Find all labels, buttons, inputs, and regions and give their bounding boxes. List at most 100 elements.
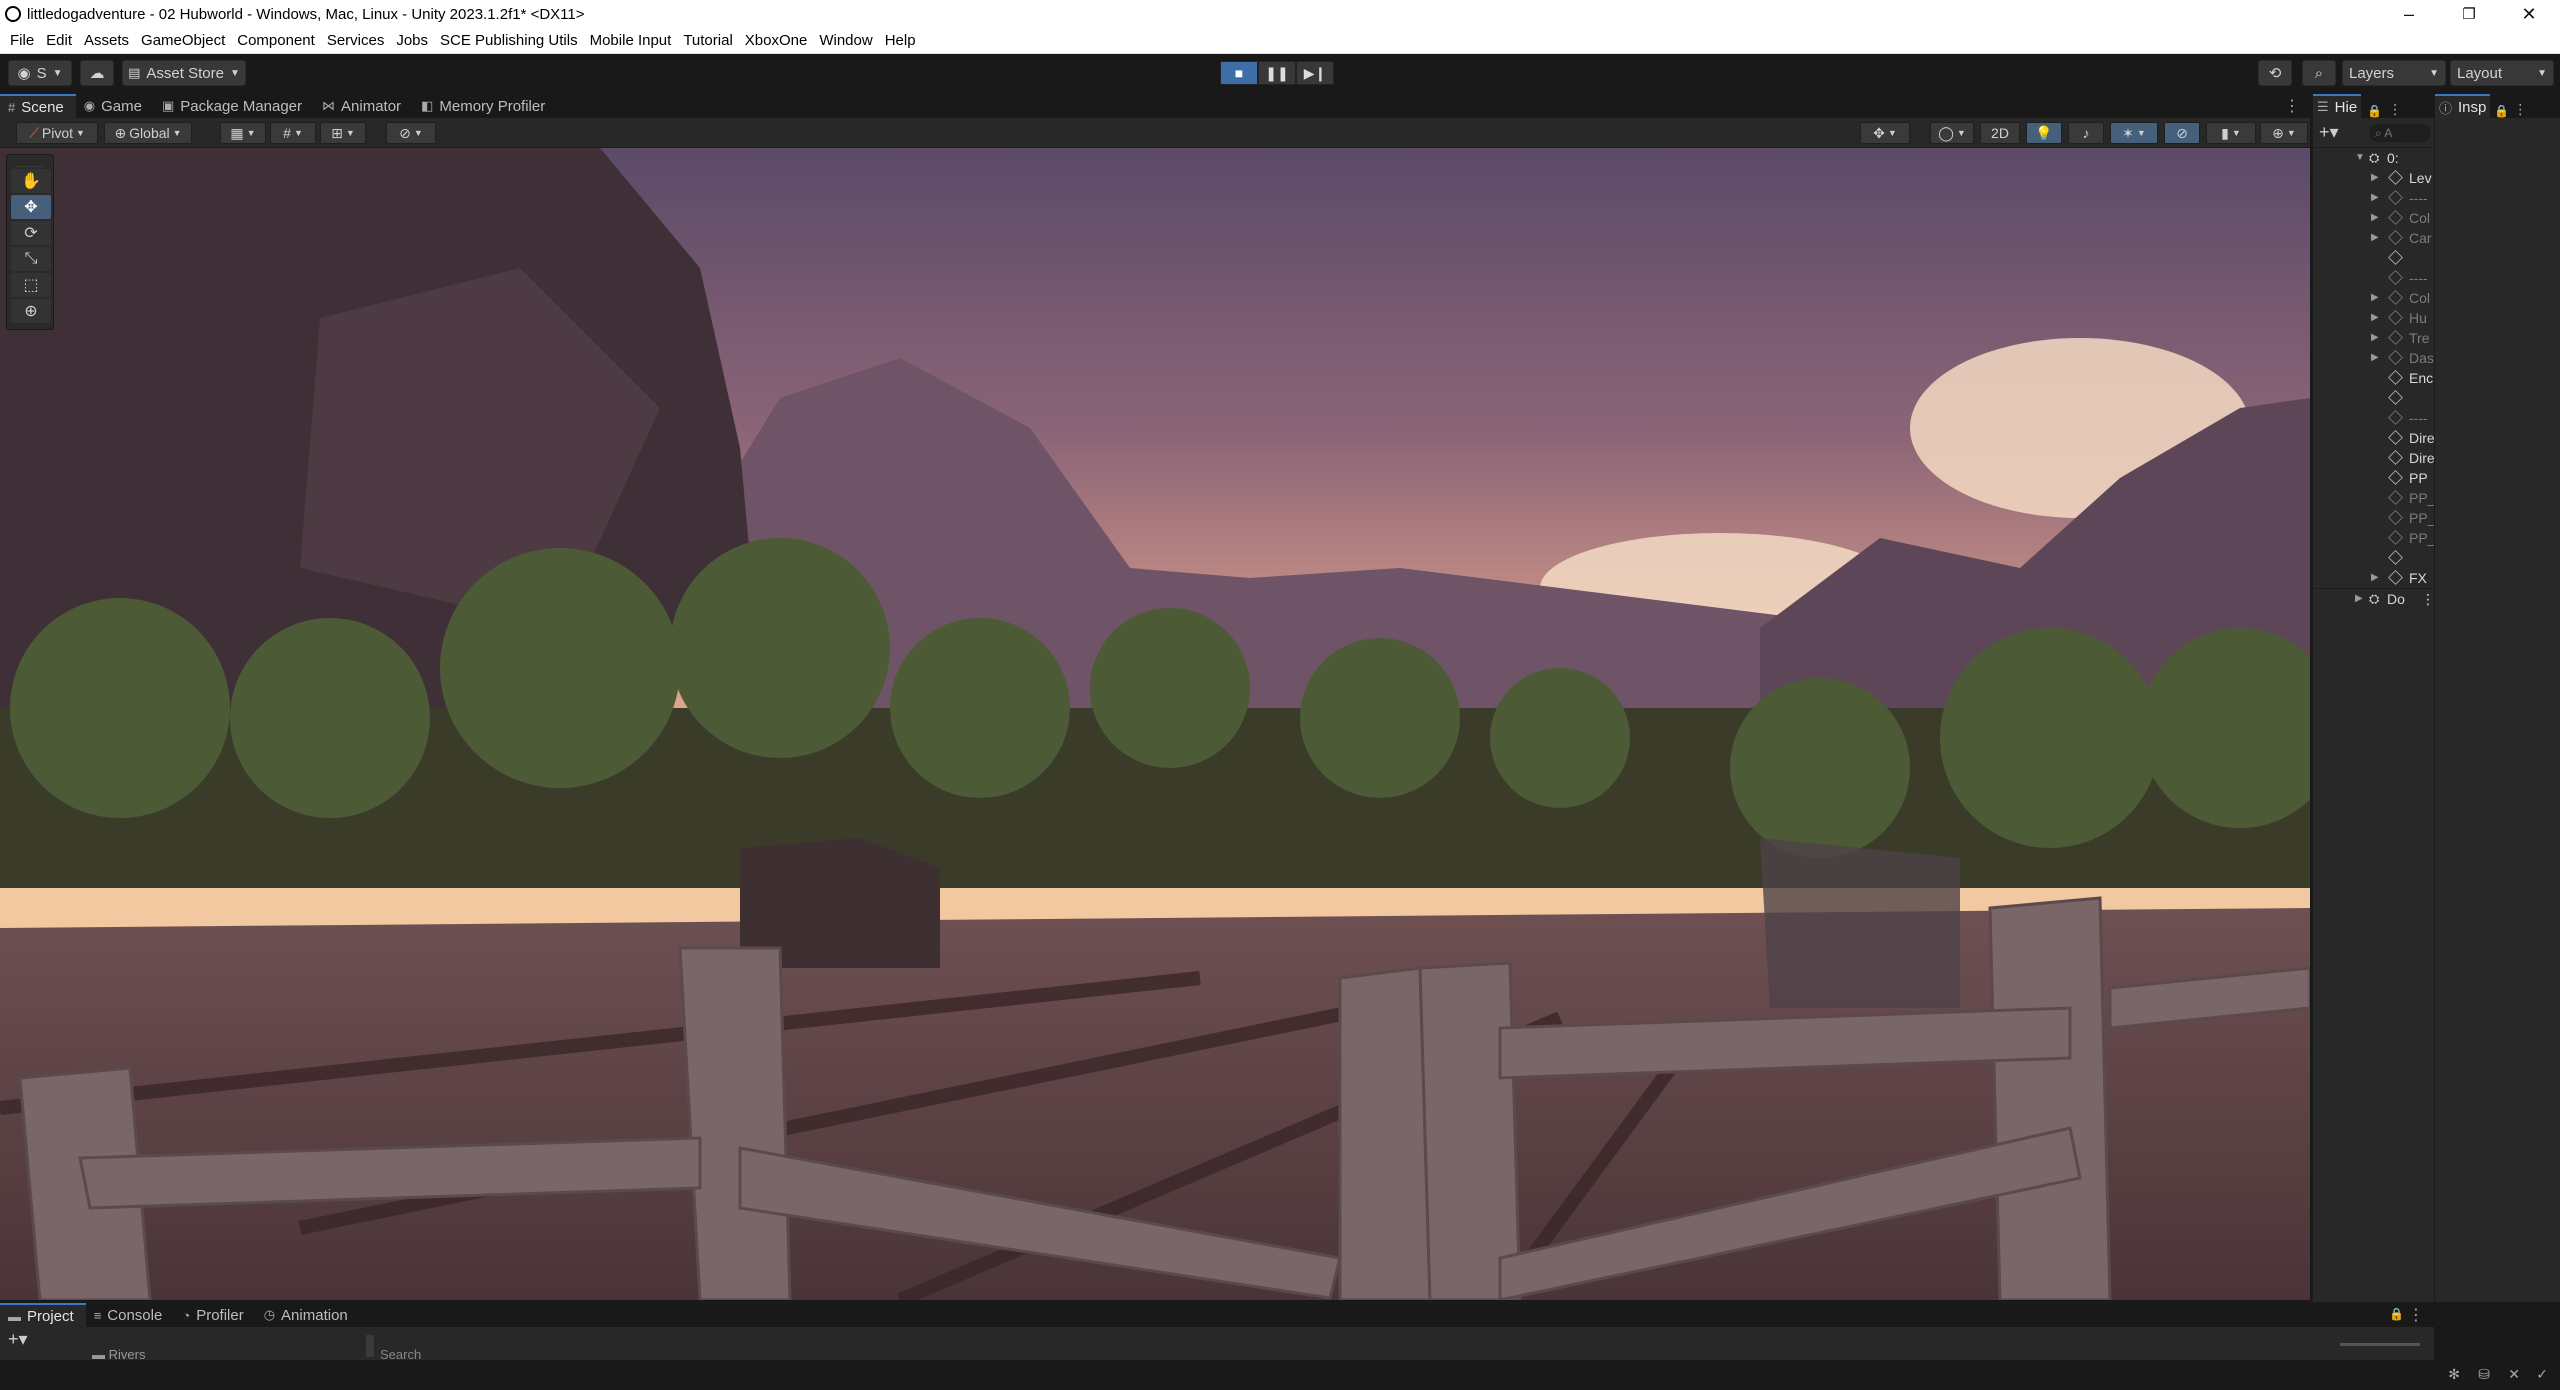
hierarchy-item[interactable]: ▶ FX — [2313, 568, 2434, 588]
audio-toggle-icon[interactable]: ♪ — [2068, 122, 2104, 144]
menu-assets[interactable]: Assets — [78, 28, 135, 54]
hierarchy-item[interactable] — [2313, 248, 2434, 268]
rect-tool-icon[interactable]: ⬚ — [11, 273, 51, 297]
hierarchy-scene-root[interactable]: ▼ ⛭ 0: — [2313, 148, 2434, 168]
hierarchy-item[interactable] — [2313, 548, 2434, 568]
account-dropdown[interactable]: ◉ S ▼ — [8, 60, 72, 86]
step-button[interactable]: ▶❙ — [1296, 61, 1334, 85]
kebab-menu-icon[interactable]: ⋮ — [2388, 101, 2402, 118]
hierarchy-item[interactable]: ---- — [2313, 268, 2434, 288]
kebab-menu-icon[interactable]: ⋮ — [2421, 589, 2434, 608]
camera-settings-dropdown[interactable]: ▮ ▼ — [2206, 122, 2256, 144]
pivot-dropdown[interactable]: ⟋ Pivot ▼ — [16, 122, 98, 144]
hierarchy-item[interactable]: Enc — [2313, 368, 2434, 388]
rotate-tool-icon[interactable]: ⟳ — [11, 221, 51, 245]
effects-dropdown[interactable]: ✶ ▼ — [2110, 122, 2158, 144]
add-object-button[interactable]: +▾ — [2319, 122, 2339, 143]
asset-store-button[interactable]: ▤ Asset Store ▼ — [122, 60, 246, 86]
tab-memory-profiler[interactable]: ◧ Memory Profiler — [413, 94, 557, 118]
gizmos-dropdown[interactable]: ⊕ ▼ — [2260, 122, 2308, 144]
hierarchy-search-input[interactable]: ⌕ A — [2369, 124, 2431, 142]
hierarchy-item[interactable]: ▶ ---- — [2313, 188, 2434, 208]
network-icon[interactable]: ⛁ — [2478, 1366, 2490, 1383]
expand-arrow-icon[interactable]: ▶ — [2371, 228, 2379, 248]
menu-edit[interactable]: Edit — [40, 28, 78, 54]
hierarchy-item[interactable]: PP — [2313, 468, 2434, 488]
expand-arrow-icon[interactable]: ▶ — [2371, 188, 2379, 208]
pause-button[interactable]: ❚❚ — [1258, 61, 1296, 85]
hierarchy-item[interactable]: ▶ Hu — [2313, 308, 2434, 328]
layout-dropdown[interactable]: Layout ▼ — [2450, 60, 2554, 86]
gizmo-tools-dropdown[interactable]: ⊘ ▼ — [386, 122, 436, 144]
2d-toggle[interactable]: 2D — [1980, 122, 2020, 144]
menu-jobs[interactable]: Jobs — [390, 28, 434, 54]
menu-xboxone[interactable]: XboxOne — [739, 28, 814, 54]
expand-arrow-icon[interactable]: ▶ — [2371, 328, 2379, 348]
expand-arrow-icon[interactable]: ▶ — [2355, 589, 2363, 608]
tab-animation[interactable]: ◷ Animation — [256, 1303, 360, 1327]
menu-gameobject[interactable]: GameObject — [135, 28, 231, 54]
hierarchy-dontdestroy-root[interactable]: ▶ ⛭ Do ⋮ — [2313, 588, 2434, 608]
scale-tool-icon[interactable]: ⤡ — [11, 247, 51, 271]
hand-tool-icon[interactable]: ✋ — [11, 169, 51, 193]
layers-dropdown[interactable]: Layers ▼ — [2342, 60, 2446, 86]
zoom-slider[interactable] — [2340, 1343, 2420, 1346]
hierarchy-item[interactable]: PP_ — [2313, 508, 2434, 528]
tab-hierarchy[interactable]: ☰ Hie — [2313, 94, 2362, 118]
hierarchy-item[interactable]: ▶ Lev — [2313, 168, 2434, 188]
hierarchy-item[interactable]: Dire — [2313, 448, 2434, 468]
tab-animator[interactable]: ⋈ Animator — [314, 94, 413, 118]
global-dropdown[interactable]: ⊕ Global ▼ — [104, 122, 192, 144]
camera-move-dropdown[interactable]: ✥ ▼ — [1860, 122, 1910, 144]
hidden-objects-icon[interactable]: ⊘ — [2164, 122, 2200, 144]
kebab-menu-icon[interactable]: ⋮ — [2513, 101, 2527, 118]
debug-icon[interactable]: ✕ — [2508, 1366, 2520, 1383]
panel-splitter[interactable] — [366, 1335, 374, 1357]
tab-profiler[interactable]: ◔ Profiler — [174, 1303, 255, 1327]
tab-package-manager[interactable]: ▣ Package Manager — [154, 94, 314, 118]
hierarchy-item[interactable]: ---- — [2313, 408, 2434, 428]
maximize-button[interactable]: ❐ — [2440, 0, 2498, 28]
menu-mobile-input[interactable]: Mobile Input — [584, 28, 678, 54]
scene-viewport[interactable] — [0, 148, 2310, 1300]
grid-visibility-dropdown[interactable]: ▦ ▼ — [220, 122, 266, 144]
create-asset-button[interactable]: +▾ — [8, 1329, 28, 1350]
expand-arrow-icon[interactable]: ▼ — [2355, 148, 2365, 168]
menu-services[interactable]: Services — [321, 28, 391, 54]
move-tool-icon[interactable]: ✥ — [11, 195, 51, 219]
hierarchy-item[interactable] — [2313, 388, 2434, 408]
expand-arrow-icon[interactable]: ▶ — [2371, 348, 2379, 368]
hierarchy-item[interactable]: PP_ — [2313, 528, 2434, 548]
hierarchy-item[interactable]: Dire — [2313, 428, 2434, 448]
lock-icon[interactable]: 🔒 — [2389, 1307, 2404, 1321]
menu-help[interactable]: Help — [879, 28, 922, 54]
expand-arrow-icon[interactable]: ▶ — [2371, 308, 2379, 328]
menu-file[interactable]: File — [4, 28, 40, 54]
search-icon[interactable]: ⌕ — [2302, 60, 2336, 86]
menu-tutorial[interactable]: Tutorial — [677, 28, 738, 54]
expand-arrow-icon[interactable]: ▶ — [2371, 208, 2379, 228]
menu-sce-publishing-utils[interactable]: SCE Publishing Utils — [434, 28, 584, 54]
tab-project[interactable]: ▬ Project — [0, 1303, 86, 1327]
play-button[interactable]: ■ — [1220, 61, 1258, 85]
kebab-menu-icon[interactable]: ⋮ — [2408, 1305, 2424, 1325]
drag-handle[interactable] — [17, 157, 43, 167]
hierarchy-item[interactable]: ▶ Das — [2313, 348, 2434, 368]
lighting-toggle-icon[interactable]: 💡 — [2026, 122, 2062, 144]
transform-tool-icon[interactable]: ⊕ — [11, 299, 51, 323]
tab-game[interactable]: ◉ Game — [76, 94, 154, 118]
close-button[interactable]: ✕ — [2500, 0, 2558, 28]
cloud-icon[interactable]: ☁ — [80, 60, 114, 86]
hierarchy-item[interactable]: ▶ Col — [2313, 288, 2434, 308]
tab-scene[interactable]: # Scene — [0, 94, 76, 118]
lock-icon[interactable]: 🔒 — [2494, 104, 2509, 118]
expand-arrow-icon[interactable]: ▶ — [2371, 168, 2379, 188]
menu-component[interactable]: Component — [231, 28, 321, 54]
minimize-button[interactable]: – — [2380, 0, 2438, 28]
lock-icon[interactable]: 🔒 — [2367, 104, 2382, 118]
hierarchy-item[interactable]: ▶ Tre — [2313, 328, 2434, 348]
grid-snap-dropdown[interactable]: # ▼ — [270, 122, 316, 144]
expand-arrow-icon[interactable]: ▶ — [2371, 568, 2379, 588]
expand-arrow-icon[interactable]: ▶ — [2371, 288, 2379, 308]
menu-window[interactable]: Window — [813, 28, 878, 54]
